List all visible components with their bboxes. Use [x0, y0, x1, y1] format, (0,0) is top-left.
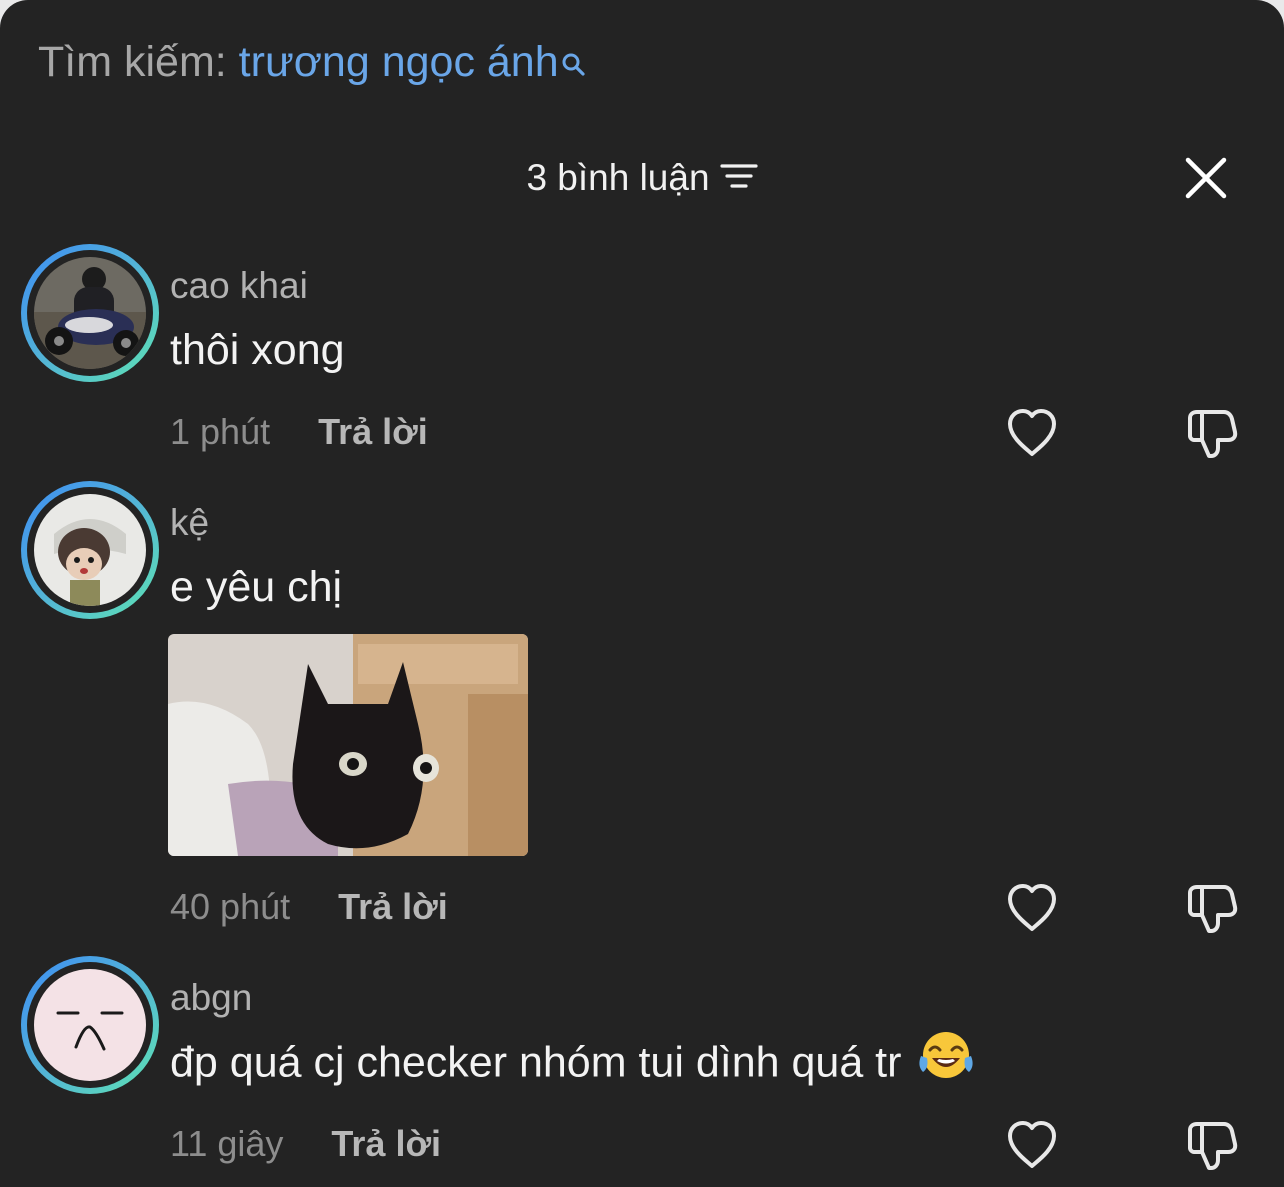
avatar[interactable]	[21, 244, 159, 382]
comment-username[interactable]: kệ	[170, 501, 209, 545]
reply-button[interactable]: Trả lời	[331, 1123, 441, 1164]
sort-lines-icon[interactable]	[719, 150, 758, 206]
comment-text-wrap: đp quá cj checker nhóm tui dình quá tr	[170, 1032, 975, 1094]
search-prefix: Tìm kiếm:	[38, 38, 227, 86]
close-button[interactable]	[1180, 152, 1232, 204]
comment-meta: 1 phút Trả lời	[170, 410, 428, 454]
thumbs-down-icon	[1188, 1122, 1238, 1170]
motorbike-photo-avatar	[34, 257, 146, 369]
comment-meta: 40 phút Trả lời	[170, 885, 448, 929]
face-with-tears-of-joy-icon	[917, 1028, 975, 1094]
dislike-button[interactable]	[1184, 406, 1240, 467]
comment-image-attachment[interactable]	[168, 634, 528, 856]
comment-text: thôi xong	[170, 326, 345, 374]
heart-icon	[1008, 409, 1056, 456]
avatar[interactable]	[21, 481, 159, 619]
comment-username[interactable]: abgn	[170, 976, 252, 1020]
dislike-button[interactable]	[1184, 1118, 1240, 1179]
avatar[interactable]	[21, 956, 159, 1094]
like-button[interactable]	[1004, 881, 1060, 940]
doll-face-avatar	[34, 494, 146, 606]
like-button[interactable]	[1004, 1118, 1060, 1177]
comments-header: 3 bình luận	[0, 150, 1284, 206]
search-icon	[561, 38, 587, 90]
comment-text: đp quá cj checker nhóm tui dình quá tr	[170, 1038, 902, 1087]
reply-button[interactable]: Trả lời	[318, 411, 428, 452]
comments-title-wrap: 3 bình luận	[0, 150, 1284, 206]
search-suggestion[interactable]: Tìm kiếm: trương ngọc ánh	[38, 36, 587, 90]
reply-button[interactable]: Trả lời	[338, 886, 448, 927]
comments-count-title: 3 bình luận	[526, 157, 710, 198]
heart-icon	[1008, 1121, 1056, 1168]
close-icon	[1185, 157, 1227, 199]
comment-time: 11 giây	[170, 1123, 284, 1164]
like-button[interactable]	[1004, 406, 1060, 465]
dislike-button[interactable]	[1184, 881, 1240, 942]
black-cat-photo	[168, 634, 528, 856]
comment-meta: 11 giây Trả lời	[170, 1122, 441, 1166]
comment-username[interactable]: cao khai	[170, 264, 308, 308]
comments-panel: Tìm kiếm: trương ngọc ánh 3 bình luận ca…	[0, 0, 1284, 1187]
comment-text: e yêu chị	[170, 563, 343, 611]
thumbs-down-icon	[1188, 410, 1238, 458]
thumbs-down-icon	[1188, 885, 1238, 933]
comment-time: 1 phút	[170, 411, 271, 452]
heart-icon	[1008, 884, 1056, 931]
search-query-link[interactable]: trương ngọc ánh	[239, 38, 559, 86]
drawn-face-avatar	[34, 969, 146, 1081]
comment-time: 40 phút	[170, 886, 291, 927]
